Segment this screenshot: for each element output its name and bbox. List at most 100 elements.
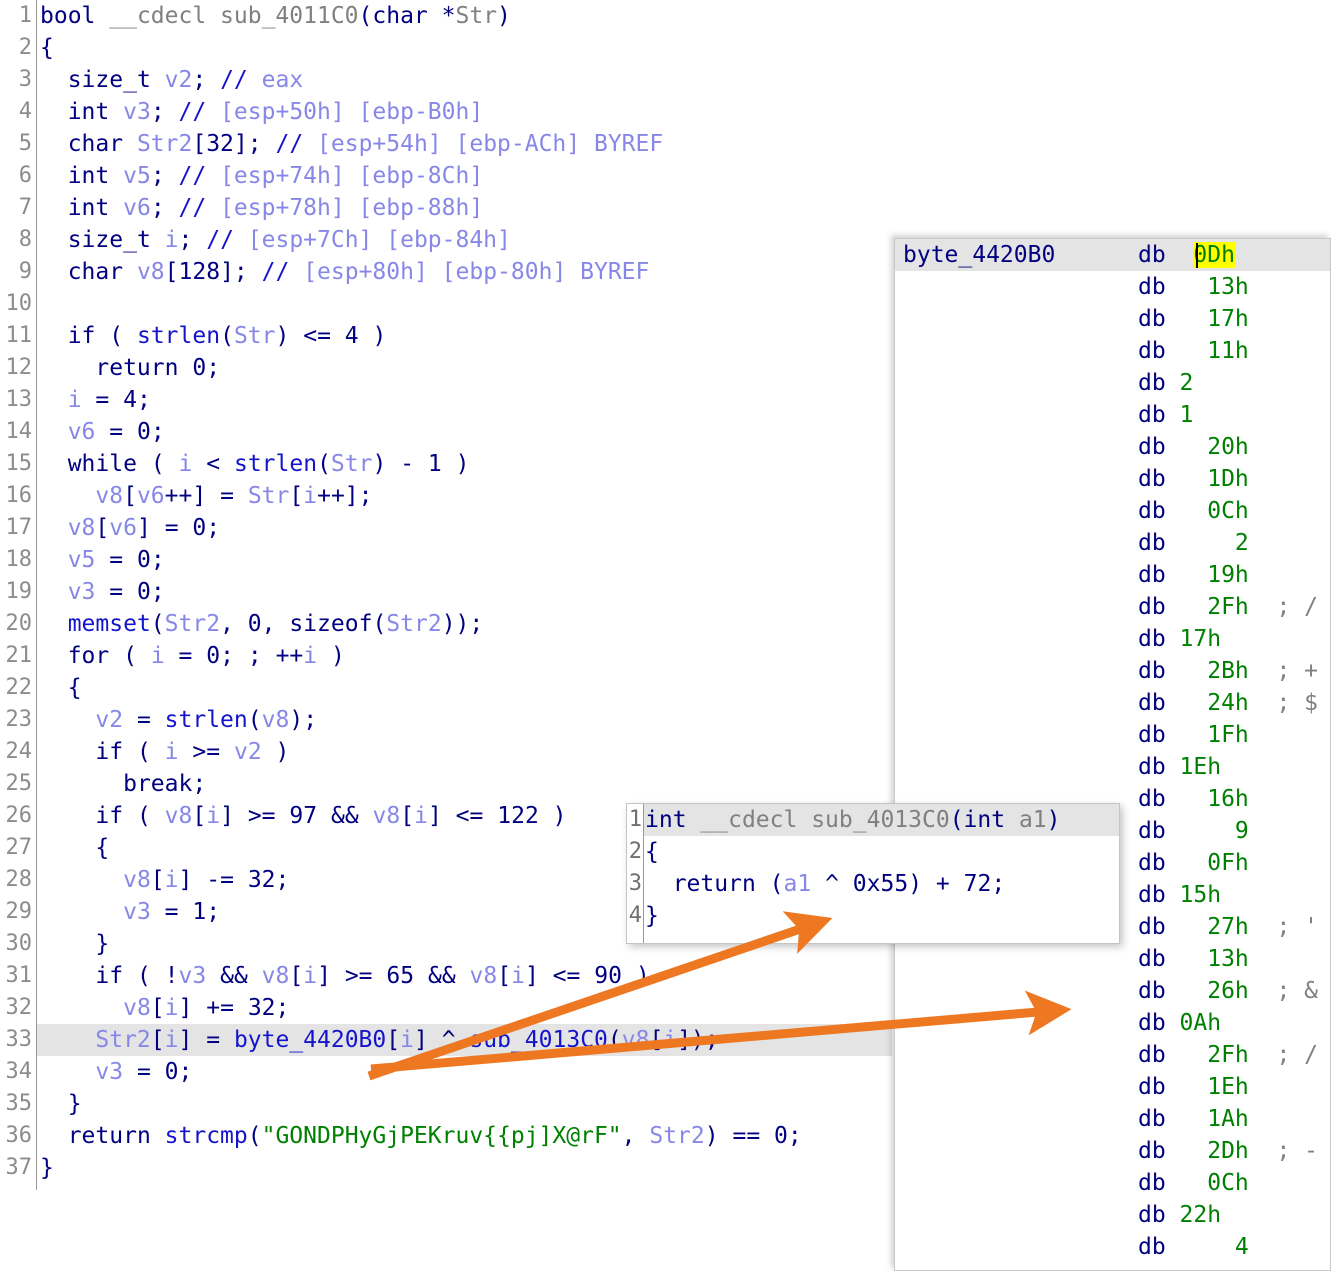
data-row[interactable]: db 2Dh ; - — [895, 1135, 1330, 1167]
data-value[interactable]: 17h — [1138, 303, 1249, 335]
line-source: return strcmp("GONDPHyGjPEKruv{{pj]X@rF"… — [40, 1120, 802, 1152]
line-source: bool __cdecl sub_4011C0(char *Str) — [40, 0, 511, 32]
popup-pseudocode-line[interactable]: 4} — [627, 900, 1119, 932]
line-number: 19 — [0, 576, 32, 608]
line-source: memset(Str2, 0, sizeof(Str2)); — [40, 608, 483, 640]
popup-pseudocode-line[interactable]: 1int __cdecl sub_4013C0(int a1) — [627, 804, 1119, 836]
pseudocode-line[interactable]: 6 int v5; // [esp+74h] [ebp-8Ch] — [0, 160, 1331, 192]
data-value[interactable]: 1Fh — [1138, 719, 1249, 751]
data-row[interactable]: db 26h ; & — [895, 975, 1330, 1007]
data-row[interactable]: db 1Ah — [895, 1103, 1330, 1135]
data-row[interactable]: db 1Eh — [895, 751, 1330, 783]
data-value[interactable]: 2 — [1138, 527, 1249, 559]
line-source: int v5; // [esp+74h] [ebp-8Ch] — [40, 160, 483, 192]
data-row[interactable]: db 2Bh ; + — [895, 655, 1330, 687]
data-row[interactable]: db 20h — [895, 431, 1330, 463]
popup-line-source: return (a1 ^ 0x55) + 72; — [645, 868, 1005, 900]
data-value[interactable]: 20h — [1138, 431, 1249, 463]
data-row[interactable]: db 2 — [895, 367, 1330, 399]
data-value[interactable]: 9 — [1138, 815, 1249, 847]
data-value[interactable]: 17h — [1138, 623, 1221, 655]
data-row[interactable]: db 11h — [895, 335, 1330, 367]
data-row[interactable]: db 4 — [895, 1231, 1330, 1263]
line-number: 18 — [0, 544, 32, 576]
data-row[interactable]: db 17h — [895, 623, 1330, 655]
data-value[interactable]: 13h — [1138, 271, 1249, 303]
data-value[interactable]: 22h — [1138, 1199, 1221, 1231]
text-caret — [1196, 243, 1198, 268]
popup-line-number: 1 — [628, 804, 642, 836]
line-source: } — [40, 1152, 54, 1184]
popup-pseudocode-line[interactable]: 3 return (a1 ^ 0x55) + 72; — [627, 868, 1119, 900]
data-value[interactable]: 4 — [1138, 1231, 1249, 1263]
popup-pseudocode-window[interactable]: 1int __cdecl sub_4013C0(int a1)2{3 retur… — [626, 803, 1120, 944]
data-value[interactable]: 2 — [1138, 367, 1193, 399]
data-row[interactable]: db 2 — [895, 527, 1330, 559]
data-row[interactable]: db 0Ch — [895, 1167, 1330, 1199]
data-value[interactable]: 16h — [1138, 783, 1249, 815]
data-row[interactable]: db 1Eh — [895, 1071, 1330, 1103]
line-source: v8[v6++] = Str[i++]; — [40, 480, 373, 512]
popup-line-list[interactable]: 1int __cdecl sub_4013C0(int a1)2{3 retur… — [627, 804, 1119, 932]
data-symbol-label[interactable]: byte_4420B0 — [903, 239, 1055, 271]
line-source: } — [40, 1088, 82, 1120]
line-source: size_t i; // [esp+7Ch] [ebp-84h] — [40, 224, 511, 256]
data-row[interactable]: db 13h — [895, 271, 1330, 303]
data-row[interactable]: db 24h ; $ — [895, 687, 1330, 719]
data-row[interactable]: db 2Fh ; / — [895, 1039, 1330, 1071]
popup-pseudocode-line[interactable]: 2{ — [627, 836, 1119, 868]
pseudocode-line[interactable]: 1bool __cdecl sub_4011C0(char *Str) — [0, 0, 1331, 32]
data-value[interactable]: 0Ah — [1138, 1007, 1221, 1039]
popup-line-source: } — [645, 900, 659, 932]
line-number: 1 — [0, 0, 32, 32]
data-row[interactable]: db 1Fh — [895, 719, 1330, 751]
data-value[interactable]: 0Fh — [1138, 847, 1249, 879]
data-disassembly-panel[interactable]: byte_4420B0db 0Dhdb 13hdb 17hdb 11hdb 2d… — [894, 238, 1331, 1271]
line-number: 28 — [0, 864, 32, 896]
line-number: 2 — [0, 32, 32, 64]
data-value[interactable]: 0Ch — [1138, 1167, 1249, 1199]
data-row[interactable]: db 13h — [895, 943, 1330, 975]
data-value[interactable]: 0Ch — [1138, 495, 1249, 527]
popup-line-number: 4 — [628, 900, 642, 932]
data-value[interactable]: 1Ah — [1138, 1103, 1249, 1135]
data-row[interactable]: db 19h — [895, 559, 1330, 591]
data-ascii-comment: ; & — [1138, 975, 1318, 1007]
data-row[interactable]: byte_4420B0db 0Dh — [895, 239, 1330, 271]
data-value[interactable]: 1Eh — [1138, 751, 1221, 783]
line-number: 9 — [0, 256, 32, 288]
data-value[interactable]: 1 — [1138, 399, 1193, 431]
pseudocode-line[interactable]: 7 int v6; // [esp+78h] [ebp-88h] — [0, 192, 1331, 224]
line-number: 8 — [0, 224, 32, 256]
data-ascii-comment: ; - — [1138, 1135, 1318, 1167]
line-source: v2 = strlen(v8); — [40, 704, 317, 736]
pseudocode-line[interactable]: 5 char Str2[32]; // [esp+54h] [ebp-ACh] … — [0, 128, 1331, 160]
data-row[interactable]: db 1 — [895, 399, 1330, 431]
data-row[interactable]: db 0Ch — [895, 495, 1330, 527]
line-number: 3 — [0, 64, 32, 96]
pseudocode-line[interactable]: 4 int v3; // [esp+50h] [ebp-B0h] — [0, 96, 1331, 128]
data-row[interactable]: db 2Fh ; / — [895, 591, 1330, 623]
line-source: if ( v8[i] >= 97 && v8[i] <= 122 ) — [40, 800, 567, 832]
pseudocode-line[interactable]: 3 size_t v2; // eax — [0, 64, 1331, 96]
data-row[interactable]: db 1Dh — [895, 463, 1330, 495]
data-value[interactable]: 0Dh — [1138, 239, 1235, 271]
data-value[interactable]: 15h — [1138, 879, 1221, 911]
data-row-list[interactable]: byte_4420B0db 0Dhdb 13hdb 17hdb 11hdb 2d… — [895, 239, 1330, 1263]
data-value[interactable]: 1Eh — [1138, 1071, 1249, 1103]
pseudocode-line[interactable]: 2{ — [0, 32, 1331, 64]
data-ascii-comment: ; / — [1138, 591, 1318, 623]
data-ascii-comment: ; ' — [1138, 911, 1318, 943]
data-value[interactable]: 13h — [1138, 943, 1249, 975]
line-number: 25 — [0, 768, 32, 800]
data-row[interactable]: db 22h — [895, 1199, 1330, 1231]
line-number: 12 — [0, 352, 32, 384]
data-value[interactable]: 19h — [1138, 559, 1249, 591]
line-source: v3 = 0; — [40, 576, 165, 608]
data-value[interactable]: 11h — [1138, 335, 1249, 367]
data-value[interactable]: 1Dh — [1138, 463, 1249, 495]
data-row[interactable]: db 0Ah — [895, 1007, 1330, 1039]
data-row[interactable]: db 17h — [895, 303, 1330, 335]
line-number: 26 — [0, 800, 32, 832]
line-source: if ( strlen(Str) <= 4 ) — [40, 320, 386, 352]
